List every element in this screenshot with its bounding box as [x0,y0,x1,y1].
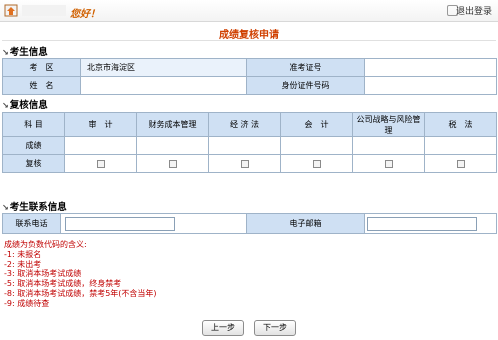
name-label: 姓 名 [2,76,81,95]
next-step-button[interactable]: 下一步 [254,320,296,336]
section-title: 考生信息 [9,47,48,58]
subject-header-audit: 审 计 [64,112,137,137]
subject-header: 科 目 [2,112,65,137]
id-number-value [364,76,497,95]
score-accounting [280,136,353,155]
subject-header-tax-law: 税 法 [424,112,497,137]
section-arrow-icon: ↘ [2,101,9,110]
subject-header-strategy-risk: 公司战略与风险管理 [352,112,425,137]
candidate-info-table: 考 区 北京市海淀区 准考证号 姓 名 身份证件号码 [2,58,497,95]
legend-item: -1: 未报名 [4,249,42,259]
section-title: 考生联系信息 [9,202,67,213]
email-input[interactable] [367,216,477,231]
phone-cell [60,213,247,234]
score-strategy-risk [352,136,425,155]
name-value [80,76,247,95]
region-value: 北京市海淀区 [80,58,247,77]
legend-item: -3: 取消本场考试成绩 [4,269,82,279]
score-audit [64,136,137,155]
subject-header-accounting: 会 计 [280,112,353,137]
recheck-cell [424,154,497,173]
recheck-checkbox-economic-law[interactable] [240,159,249,168]
logout-link[interactable]: 退出登录 [456,4,492,17]
legend-item: -2: 未出考 [4,259,42,269]
admission-number-label: 准考证号 [246,58,365,77]
recheck-cell [352,154,425,173]
score-tax-law [424,136,497,155]
top-bar: 您好！ 退出登录 [0,0,498,22]
recheck-checkbox-accounting[interactable] [312,159,321,168]
title-divider [2,40,496,41]
recheck-cell [280,154,353,173]
recheck-cell [136,154,209,173]
section-header-contact: ↘考生联系信息 [2,199,67,213]
admission-number-value [364,58,497,77]
legend-item: -5: 取消本场考试成绩，终身禁考 [4,279,122,289]
section-header-review: ↘复核信息 [2,97,48,111]
phone-input[interactable] [65,216,175,231]
home-icon [4,4,18,17]
recheck-checkbox-audit[interactable] [96,159,105,168]
greeting-text: 您好！ [70,9,100,20]
page-title: 成绩复核申请 [219,30,279,41]
score-economic-law [208,136,281,155]
section-arrow-icon: ↘ [2,203,9,212]
score-financial-cost [136,136,209,155]
negative-score-legend: 成绩为负数代码的含义: -1: 未报名 -2: 未出考 -3: 取消本场考试成绩… [4,240,157,309]
subject-header-economic-law: 经 济 法 [208,112,281,137]
legend-item: -8: 取消本场考试成绩，禁考5年(不含当年) [4,288,157,298]
recheck-cell [64,154,137,173]
contact-table: 联系电话 电子邮箱 [2,213,497,234]
user-name-masked [22,5,66,16]
recheck-row-label: 复核 [2,154,65,173]
legend-title: 成绩为负数代码的含义: [4,240,87,249]
section-header-candidate: ↘考生信息 [2,44,48,58]
score-row-label: 成绩 [2,136,65,155]
section-arrow-icon: ↘ [2,48,9,57]
id-number-label: 身份证件号码 [246,76,365,95]
review-table: 科 目 审 计 财务成本管理 经 济 法 会 计 公司战略与风险管理 税 法 成… [2,112,497,173]
section-title: 复核信息 [9,100,48,111]
email-cell [364,213,497,234]
recheck-checkbox-tax-law[interactable] [456,159,465,168]
email-label: 电子邮箱 [246,213,365,234]
recheck-checkbox-financial-cost[interactable] [168,159,177,168]
region-label: 考 区 [2,58,81,77]
legend-item: -9: 成绩待查 [4,298,50,308]
prev-step-button[interactable]: 上一步 [202,320,244,336]
recheck-checkbox-strategy-risk[interactable] [384,159,393,168]
subject-header-financial-cost: 财务成本管理 [136,112,209,137]
phone-label: 联系电话 [2,213,61,234]
recheck-cell [208,154,281,173]
